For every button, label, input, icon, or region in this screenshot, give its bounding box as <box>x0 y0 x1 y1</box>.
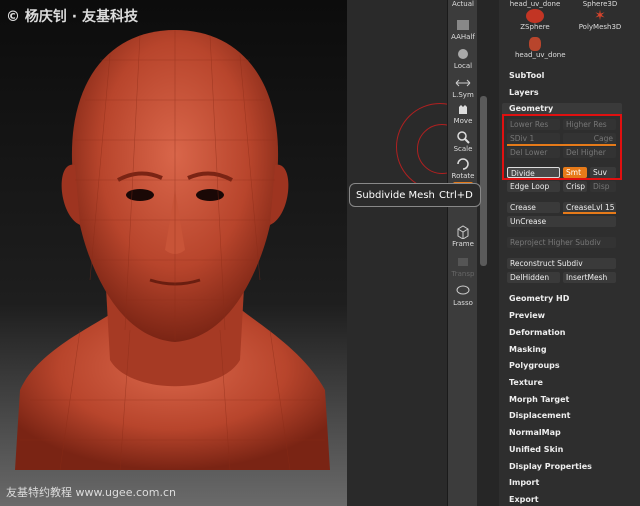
crease-button[interactable]: Crease <box>507 202 560 213</box>
lasso-label: Lasso <box>453 299 473 307</box>
actual-button[interactable]: Actual <box>448 0 478 8</box>
frame-button[interactable]: Frame <box>448 225 478 248</box>
section-deformation[interactable]: Deformation <box>509 328 565 337</box>
viewport-watermark: © 杨庆钊 · 友基科技 <box>6 9 138 25</box>
scale-label: Scale <box>453 145 473 153</box>
section-preview[interactable]: Preview <box>509 311 545 320</box>
local-button[interactable]: Local <box>448 47 478 70</box>
section-export[interactable]: Export <box>509 495 539 504</box>
frame-label: Frame <box>452 240 474 248</box>
insert-mesh-button[interactable]: InsertMesh <box>563 272 616 283</box>
aahalf-button[interactable]: AAHalf <box>448 18 478 41</box>
subtool-header[interactable]: SubTool <box>509 71 544 80</box>
highlight-box <box>502 114 622 180</box>
head-thumb-icon <box>529 37 541 51</box>
tooltip-label: Subdivide Mesh <box>356 190 435 201</box>
thumb-zsphere[interactable]: ZSphere <box>515 9 555 31</box>
rotate-button[interactable]: Rotate <box>448 157 478 180</box>
layers-header[interactable]: Layers <box>509 88 539 97</box>
scale-button[interactable]: Scale <box>448 130 478 153</box>
section-geometry-hd[interactable]: Geometry HD <box>509 294 569 303</box>
local-icon <box>458 49 468 59</box>
section-unified-skin[interactable]: Unified Skin <box>509 445 563 454</box>
aahalf-label: AAHalf <box>451 33 475 41</box>
cube-icon <box>457 225 469 239</box>
right-shelf: Actual AAHalf Local L.Sym Move Scale Rot… <box>447 0 478 506</box>
thumb-head-uv[interactable]: head_uv_done <box>515 37 566 59</box>
lasso-icon <box>456 285 470 295</box>
tooltip-shortcut: Ctrl+D <box>439 190 473 201</box>
thumb-polymesh3d[interactable]: ✶ PolyMesh3D <box>567 9 633 31</box>
move-button[interactable]: Move <box>448 102 478 125</box>
rotate-icon <box>457 158 469 170</box>
magnifier-icon <box>457 131 470 144</box>
rotate-label: Rotate <box>451 172 475 180</box>
edge-loop-button[interactable]: Edge Loop <box>507 181 560 192</box>
aahalf-icon <box>457 20 469 30</box>
thumb-head-uv-top[interactable]: head_uv_done <box>505 0 565 8</box>
lsym-button[interactable]: L.Sym <box>448 76 478 99</box>
symmetry-icon <box>455 79 471 87</box>
section-display-properties[interactable]: Display Properties <box>509 462 592 471</box>
lasso-button[interactable]: Lasso <box>448 284 478 307</box>
viewport[interactable]: © 杨庆钊 · 友基科技 友基特约教程 www.ugee.com.cn <box>0 0 347 506</box>
del-hidden-button[interactable]: DelHidden <box>507 272 560 283</box>
disp-toggle[interactable]: Disp <box>590 181 616 192</box>
head-model <box>15 30 330 471</box>
reconstruct-subdiv-button[interactable]: Reconstruct Subdiv <box>507 258 616 269</box>
crease-level-bar <box>563 212 616 214</box>
hand-icon <box>459 105 467 114</box>
section-import[interactable]: Import <box>509 478 539 487</box>
canvas-area[interactable] <box>347 0 447 506</box>
transp-button[interactable]: Transp <box>448 255 478 278</box>
zsphere-icon <box>526 9 544 23</box>
section-displacement[interactable]: Displacement <box>509 411 570 420</box>
transp-label: Transp <box>451 270 475 278</box>
local-label: Local <box>453 62 473 70</box>
thumb-sphere3d[interactable]: Sphere3D <box>567 0 633 8</box>
section-morph-target[interactable]: Morph Target <box>509 395 569 404</box>
star-icon: ✶ <box>594 8 606 24</box>
actual-label: Actual <box>452 0 474 8</box>
section-normalmap[interactable]: NormalMap <box>509 428 561 437</box>
move-label: Move <box>453 117 473 125</box>
section-masking[interactable]: Masking <box>509 345 547 354</box>
crisp-toggle[interactable]: Crisp <box>563 181 587 192</box>
subdivide-tooltip: Subdivide Mesh Ctrl+D <box>349 183 481 207</box>
panel-scrollbar[interactable] <box>480 96 487 266</box>
section-texture[interactable]: Texture <box>509 378 543 387</box>
reproject-higher-subdiv-button[interactable]: Reproject Higher Subdiv <box>507 237 616 248</box>
geometry-header-label: Geometry <box>509 104 554 113</box>
mesh-thumbnails: head_uv_done Sphere3D ZSphere ✶ PolyMesh… <box>505 0 640 66</box>
transparency-icon <box>458 258 468 266</box>
uncrease-button[interactable]: UnCrease <box>507 216 616 227</box>
section-polygroups[interactable]: Polygroups <box>509 361 560 370</box>
lsym-label: L.Sym <box>452 91 474 99</box>
viewport-footer: 友基特约教程 www.ugee.com.cn <box>6 486 176 499</box>
